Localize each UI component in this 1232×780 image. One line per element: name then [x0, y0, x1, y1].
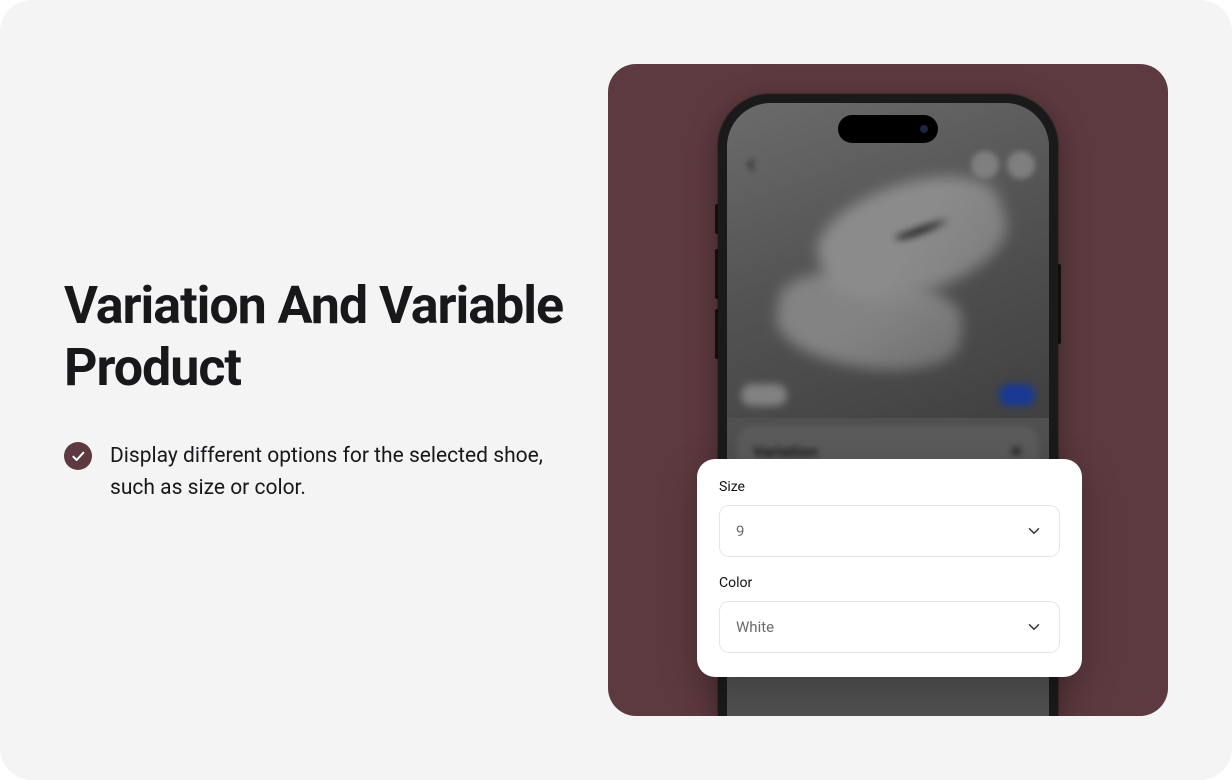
color-select[interactable]: White	[719, 601, 1060, 653]
feature-item: Display different options for the select…	[64, 440, 580, 505]
phone-side-button	[1058, 264, 1061, 344]
variation-card: Size 9 Color White	[697, 459, 1082, 677]
size-select-value: 9	[736, 522, 744, 540]
page-title: Variation And Variable Product	[64, 275, 580, 400]
color-label: Color	[719, 575, 1060, 591]
phone-side-button	[715, 249, 718, 299]
phone-side-button	[715, 204, 718, 234]
color-select-value: White	[736, 618, 774, 636]
phone-side-button	[715, 309, 718, 359]
size-label: Size	[719, 479, 1060, 495]
size-field-group: Size 9	[719, 479, 1060, 557]
showcase-card: Variation And Variable Product Display d…	[0, 0, 1232, 780]
feature-text: Display different options for the select…	[110, 440, 580, 505]
size-select[interactable]: 9	[719, 505, 1060, 557]
text-section: Variation And Variable Product Display d…	[0, 275, 580, 505]
check-icon	[64, 442, 92, 470]
color-field-group: Color White	[719, 575, 1060, 653]
chevron-down-icon	[1025, 618, 1043, 636]
chevron-down-icon	[1025, 522, 1043, 540]
device-panel: Variation ✕ Buy Now Add to Cart Size 9	[608, 64, 1168, 716]
dynamic-island	[838, 115, 938, 143]
